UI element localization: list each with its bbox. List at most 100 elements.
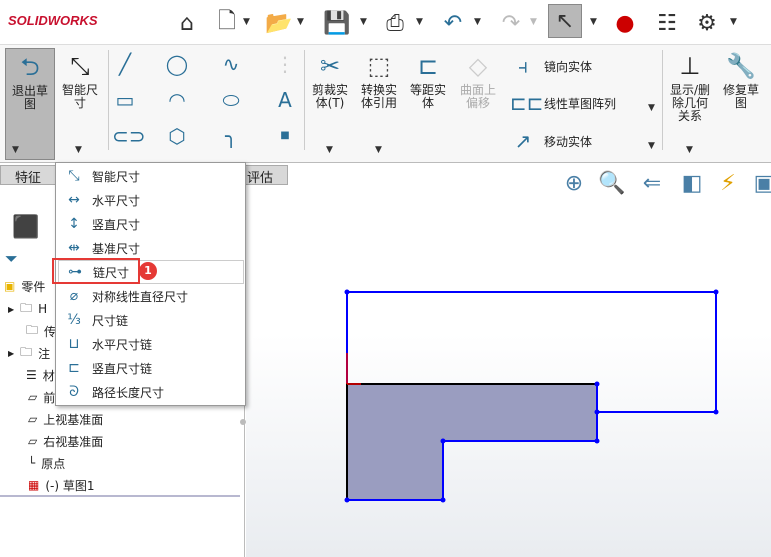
chevron-down-icon[interactable]: ▼ <box>243 17 250 27</box>
menu-item-symmetric-diameter-dimension[interactable]: ⌀ 对称线性直径尺寸 <box>58 284 244 308</box>
graphics-area[interactable]: ⊕ 🔍 ⇐ ◧ ⚡ ▣ <box>246 171 771 557</box>
tab-features[interactable]: 特征 <box>0 165 57 186</box>
feature-manager-tab-icon[interactable]: ⬛ <box>12 215 39 240</box>
menu-item-path-length[interactable]: ᘐ 路径长度尺寸 <box>58 380 244 404</box>
spline-icon[interactable]: ∿ <box>218 51 244 77</box>
open-icon[interactable]: 📂 <box>262 6 296 40</box>
smart-dimension-icon: ⤡ <box>68 168 80 184</box>
fillet-icon[interactable]: ╮ <box>218 123 244 149</box>
home-icon[interactable]: ⌂ <box>170 6 204 40</box>
chevron-down-icon[interactable]: ▼ <box>297 17 304 27</box>
chevron-down-icon[interactable]: ▼ <box>326 145 333 155</box>
menu-item-vertical-ordinate[interactable]: ⊏ 竖直尺寸链 <box>58 356 244 380</box>
command-manager-ribbon: ⮌ 退出草图 ⤡ 智能尺寸 ╱ ◯ ∿ ⋮ ▭ ◠ ⬭ A ⊂⊃ ⬡ ╮ ■ ✂… <box>0 45 771 163</box>
tree-item[interactable]: ▱ 右视基准面 <box>28 431 103 451</box>
wrench-icon: 🔧 <box>726 52 756 80</box>
history-folder-icon: 🗀 <box>20 300 33 315</box>
filter-icon[interactable]: ⏷ <box>5 249 18 269</box>
solidworks-logo: SOLIDWORKS <box>8 13 98 28</box>
plane-icon: ▱ <box>28 434 38 448</box>
traffic-light-icon[interactable]: ● <box>608 6 642 40</box>
part-icon: ▣ <box>4 279 16 293</box>
chevron-down-icon[interactable]: ▼ <box>648 103 655 113</box>
sketch-icon: ▦ <box>28 478 40 492</box>
highlight-box <box>52 258 140 284</box>
chevron-down-icon[interactable]: ▼ <box>530 17 537 27</box>
menu-item-horizontal-dimension[interactable]: ↔ 水平尺寸 <box>58 188 244 212</box>
material-icon: ☰ <box>26 368 37 382</box>
step-badge: 1 <box>139 262 157 280</box>
text-icon[interactable]: A <box>272 87 298 113</box>
tree-item[interactable]: ☰ 材 <box>26 365 55 385</box>
tree-item[interactable]: ▶ 🗀 H <box>8 299 47 319</box>
chevron-down-icon[interactable]: ▼ <box>12 145 19 155</box>
offset-on-surface-button[interactable]: ◇ 曲面上偏移 <box>456 48 500 160</box>
symmetric-diameter-icon: ⌀ <box>69 288 79 304</box>
trim-entities-button[interactable]: ✂ 剪裁实体(T) <box>308 48 352 160</box>
chevron-down-icon[interactable]: ▼ <box>590 17 597 27</box>
surface-offset-icon: ◇ <box>468 52 488 80</box>
menu-item-vertical-dimension[interactable]: ↕ 竖直尺寸 <box>58 212 244 236</box>
ellipse-icon[interactable]: ⬭ <box>218 87 244 113</box>
menu-item-baseline-dimension[interactable]: ⇹ 基准尺寸 <box>58 236 244 260</box>
offset-entities-button[interactable]: ⊏ 等距实体 <box>406 48 450 160</box>
chevron-down-icon[interactable]: ▼ <box>375 145 382 155</box>
sketch-geometry <box>344 289 719 503</box>
tree-root[interactable]: ▣ 零件 <box>4 276 45 296</box>
file-properties-icon[interactable]: ☷ <box>650 6 684 40</box>
smart-dimension-icon: ⤡ <box>70 52 90 80</box>
exit-sketch-button[interactable]: ⮌ 退出草图 <box>5 48 55 160</box>
tree-item[interactable]: ▱ 前 <box>28 387 55 407</box>
plane-icon: ▱ <box>28 390 38 404</box>
move-entities-button[interactable]: ↗ 移动实体 <box>510 128 592 154</box>
chevron-down-icon[interactable]: ▼ <box>416 17 423 27</box>
scissors-icon: ✂ <box>319 52 341 80</box>
slot-icon[interactable]: ⋮ <box>272 51 298 77</box>
save-icon[interactable]: 💾 <box>320 6 354 40</box>
chevron-down-icon[interactable]: ▼ <box>648 141 655 151</box>
vertical-ordinate-icon: ⊏ <box>68 360 80 376</box>
line-icon[interactable]: ╱ <box>112 51 138 77</box>
rectangle-icon[interactable]: ▭ <box>112 87 138 113</box>
chevron-down-icon[interactable]: ▼ <box>360 17 367 27</box>
chevron-down-icon[interactable]: ▼ <box>75 145 82 155</box>
chevron-down-icon[interactable]: ▼ <box>686 145 693 155</box>
smart-dimension-button[interactable]: ⤡ 智能尺寸 <box>56 48 104 160</box>
arc-icon[interactable]: ◠ <box>164 87 190 113</box>
point-icon[interactable]: ■ <box>272 123 298 149</box>
relations-eye-icon: ⊥ <box>679 52 701 80</box>
path-length-icon: ᘐ <box>69 384 79 400</box>
new-document-icon[interactable]: 🗋 <box>210 6 244 40</box>
polygon-icon[interactable]: ⬡ <box>164 123 190 149</box>
menu-item-horizontal-ordinate[interactable]: ⊔ 水平尺寸链 <box>58 332 244 356</box>
cube-icon: ⬚ <box>367 52 391 80</box>
origin-icon: └ <box>28 456 36 470</box>
repair-sketch-button[interactable]: 🔧 修复草图 <box>718 48 764 160</box>
menu-item-smart-dimension[interactable]: ⤡ 智能尺寸 <box>58 164 244 188</box>
print-icon[interactable]: ⎙ <box>378 6 412 40</box>
linear-pattern-icon: ⊏⊏ <box>510 91 544 115</box>
circle-icon[interactable]: ◯ <box>164 51 190 77</box>
tree-item[interactable]: ▱ 上视基准面 <box>28 409 103 429</box>
tree-item[interactable]: ▶ 🗀 注 <box>8 343 50 363</box>
sketch-entity-tools: ╱ ◯ ∿ ⋮ ▭ ◠ ⬭ A ⊂⊃ ⬡ ╮ ■ <box>112 51 302 156</box>
convert-entities-button[interactable]: ⬚ 转换实体引用 <box>357 48 401 160</box>
tree-item[interactable]: ▦ (-) 草图1 <box>28 475 95 495</box>
display-delete-relations-button[interactable]: ⊥ 显示/删除几何关系 <box>667 48 713 160</box>
options-gear-icon[interactable]: ⚙ <box>690 6 724 40</box>
tree-item[interactable]: 🗀 传 <box>26 321 56 341</box>
chevron-down-icon[interactable]: ▼ <box>474 17 481 27</box>
redo-icon[interactable]: ↷ <box>494 6 528 40</box>
chevron-down-icon[interactable]: ▼ <box>730 17 737 27</box>
baseline-dimension-icon: ⇹ <box>68 240 80 256</box>
smart-dimension-dropdown-menu: ⤡ 智能尺寸 ↔ 水平尺寸 ↕ 竖直尺寸 ⇹ 基准尺寸 ⊶ 链尺寸 ⌀ 对称线性直径尺寸 ⅓… <box>55 162 246 406</box>
ordinate-dimension-icon: ⅓ <box>67 312 81 328</box>
menu-item-ordinate-dimension[interactable]: ⅓ 尺寸链 <box>58 308 244 332</box>
tree-item[interactable]: └ 原点 <box>28 453 65 473</box>
select-icon[interactable]: ↖ <box>548 4 582 38</box>
linear-pattern-button[interactable]: ⊏⊏ 线性草图阵列 <box>510 90 616 116</box>
mirror-entities-button[interactable]: ⫞ 镜向实体 <box>510 53 592 79</box>
sensor-folder-icon: 🗀 <box>26 322 39 337</box>
straight-slot-icon[interactable]: ⊂⊃ <box>112 123 146 149</box>
undo-icon[interactable]: ↶ <box>436 6 470 40</box>
